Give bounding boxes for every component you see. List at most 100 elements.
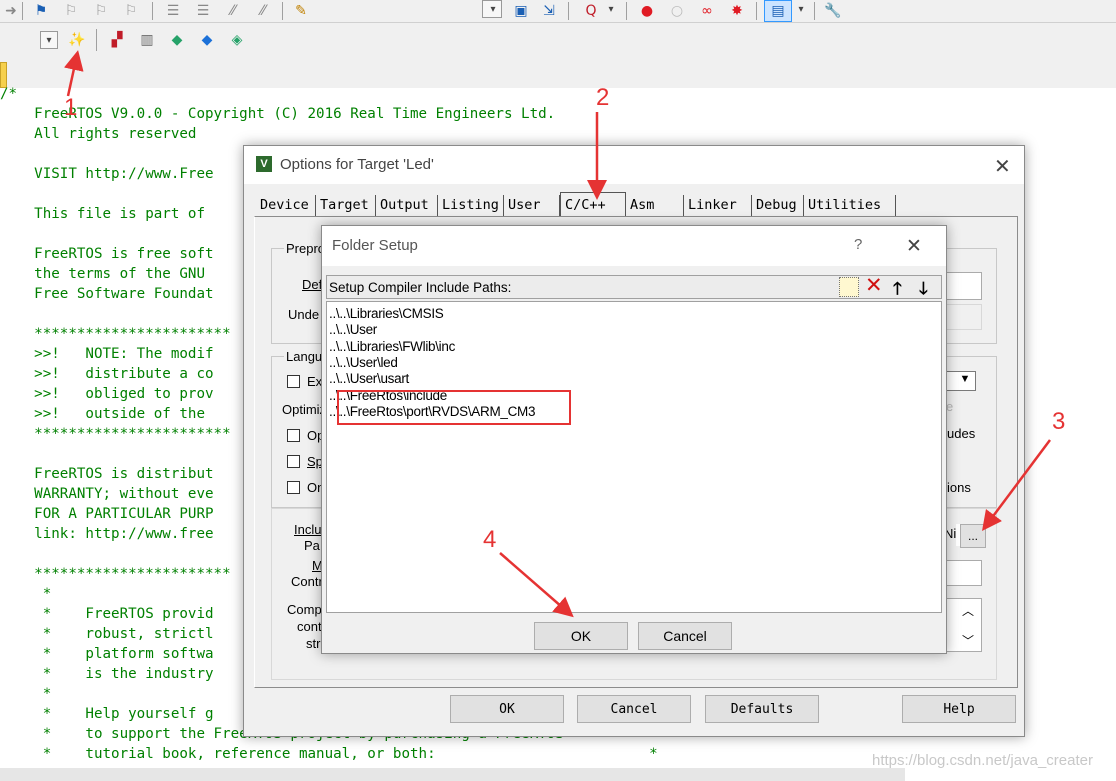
define-input[interactable]	[944, 272, 982, 300]
include-path-item[interactable]: ..\..\User\led	[329, 355, 398, 371]
tab-linker[interactable]: Linker	[684, 195, 752, 216]
options-help-button[interactable]: Help	[902, 695, 1016, 723]
misc-controls-input[interactable]	[944, 560, 982, 586]
comment-icon[interactable]: ⁄⁄	[222, 0, 244, 22]
include-paths-list[interactable]: ..\..\Libraries\CMSIS ..\..\User ..\..\Lib…	[326, 301, 942, 613]
uncomment-icon[interactable]: ⁄⁄	[252, 0, 274, 22]
options-ok-button[interactable]: OK	[450, 695, 564, 723]
tab-output[interactable]: Output	[376, 195, 438, 216]
code-line: This file is part of	[0, 206, 205, 222]
debug-icon[interactable]: ▣	[510, 0, 532, 22]
split-sections-checkbox[interactable]	[287, 455, 300, 468]
arrow-right-icon[interactable]: ➜	[0, 0, 22, 22]
code-line: All rights reserved	[0, 126, 197, 142]
code-line: *	[0, 686, 52, 702]
options-tab-strip: Device Target Output Listing User C/C++ …	[256, 192, 1016, 217]
options-defaults-button[interactable]: Defaults	[705, 695, 819, 723]
tab-c-cpp[interactable]: C/C++	[560, 192, 626, 217]
control-label: cont	[297, 619, 322, 634]
chevron-down-icon[interactable]: ▼	[956, 370, 974, 388]
code-line: * robust, strictl	[0, 626, 214, 642]
folder-cancel-button[interactable]: Cancel	[638, 622, 732, 650]
folder-ok-button[interactable]: OK	[534, 622, 628, 650]
bookmark-prev-icon[interactable]: ⚐	[60, 0, 82, 22]
one-elf-checkbox[interactable]	[287, 481, 300, 494]
new-folder-icon[interactable]	[839, 277, 859, 297]
window-dropdown-icon[interactable]: ▾	[790, 0, 812, 20]
insert-breakpoint-icon[interactable]: ⇲	[538, 0, 560, 22]
code-line: WARRANTY; without eve	[0, 486, 214, 502]
manage-components-icon[interactable]: ▞	[106, 29, 128, 51]
scroll-down-icon[interactable]: ﹀	[962, 632, 974, 649]
delete-icon[interactable]: ✕	[865, 273, 883, 297]
folder-setup-title: Folder Setup	[332, 237, 418, 254]
code-line: >>! outside of the	[0, 406, 205, 422]
execute-only-checkbox[interactable]	[287, 375, 300, 388]
disable-breakpoint-icon[interactable]: ○	[666, 0, 688, 22]
bookmark-clear-icon[interactable]: ⚐	[120, 0, 142, 22]
window-icon[interactable]: ▤	[764, 0, 792, 22]
code-line: ***********************	[0, 566, 231, 582]
close-icon[interactable]: ✕	[994, 154, 1011, 179]
code-line: *	[0, 586, 52, 602]
tab-debug[interactable]: Debug	[752, 195, 804, 216]
undefine-input[interactable]	[944, 304, 982, 330]
code-line: * platform softwa	[0, 646, 214, 662]
tab-user[interactable]: User	[504, 195, 560, 216]
indent-icon[interactable]: ☰	[162, 0, 184, 22]
help-icon[interactable]: ?	[854, 236, 862, 253]
code-line: * Help yourself g	[0, 706, 214, 722]
file-extensions-icon[interactable]: ▥	[136, 29, 158, 51]
annotation-4: 4	[483, 526, 497, 553]
code-line: FreeRTOS is distribut	[0, 466, 214, 482]
tab-utilities[interactable]: Utilities	[804, 195, 896, 216]
editor-tab-bar	[0, 58, 1116, 89]
string-label: str	[306, 636, 321, 651]
code-line: FOR A PARTICULAR PURP	[0, 506, 214, 522]
magic-wand-options-icon[interactable]: ✨	[66, 29, 88, 51]
bookmark-next-icon[interactable]: ⚐	[90, 0, 112, 22]
tab-device[interactable]: Device	[256, 195, 316, 216]
code-line: ***********************	[0, 326, 231, 342]
optimize-time-checkbox[interactable]	[287, 429, 300, 442]
define-label: Def	[302, 277, 323, 292]
highlight-box	[337, 390, 571, 425]
find-in-files-icon[interactable]: ✎	[290, 0, 312, 22]
paths-label: Pa	[304, 538, 320, 553]
debug-dropdown-icon[interactable]: Q	[580, 0, 602, 22]
keil-app-icon: V	[256, 156, 272, 172]
clear-breakpoints-icon[interactable]: ✸	[726, 0, 748, 22]
bookmark-icon[interactable]: ⚑	[30, 0, 52, 22]
include-path-item[interactable]: ..\..\User	[329, 322, 377, 338]
unindent-icon[interactable]: ☰	[192, 0, 214, 22]
code-line: /*	[0, 86, 18, 102]
diamond-blue-icon[interactable]: ◆	[196, 29, 218, 51]
breakpoint-icon[interactable]: ●	[636, 0, 658, 22]
toolbar-build: ▾ ✨ ▞ ▥ ◆ ◆ ◈	[0, 23, 1116, 58]
kill-breakpoints-icon[interactable]: ∞	[696, 0, 718, 22]
target-dropdown-icon[interactable]: ▾	[38, 29, 60, 51]
include-path-item[interactable]: ..\..\User\usart	[329, 371, 409, 387]
scroll-up-icon[interactable]: ︿	[962, 602, 974, 619]
debug-dropdown-arrow-icon[interactable]: ▾	[600, 0, 622, 20]
tab-listing[interactable]: Listing	[438, 195, 504, 216]
dropdown-icon[interactable]: ▾	[482, 0, 504, 20]
tab-asm[interactable]: Asm	[626, 195, 684, 216]
code-line: >>! NOTE: The modif	[0, 346, 214, 362]
horizontal-scrollbar[interactable]	[0, 768, 905, 781]
right-label-e: e	[946, 399, 954, 414]
tab-target[interactable]: Target	[316, 195, 376, 216]
include-paths-label: Inclu	[294, 522, 322, 537]
options-dialog-title: Options for Target 'Led'	[280, 156, 434, 173]
language-label: Langu	[284, 349, 325, 364]
diamond-green-icon[interactable]: ◆	[166, 29, 188, 51]
right-label-udes: udes	[947, 426, 976, 441]
include-path-item[interactable]: ..\..\Libraries\FWlib\inc	[329, 339, 455, 355]
close-icon[interactable]: ✕	[906, 235, 922, 258]
pack-installer-icon[interactable]: ◈	[226, 29, 248, 51]
include-path-item[interactable]: ..\..\Libraries\CMSIS	[329, 306, 444, 322]
options-cancel-button[interactable]: Cancel	[577, 695, 691, 723]
code-line: link: http://www.free	[0, 526, 214, 542]
wrench-icon[interactable]: 🔧	[822, 0, 844, 22]
browse-include-paths-button[interactable]: ...	[960, 524, 986, 548]
